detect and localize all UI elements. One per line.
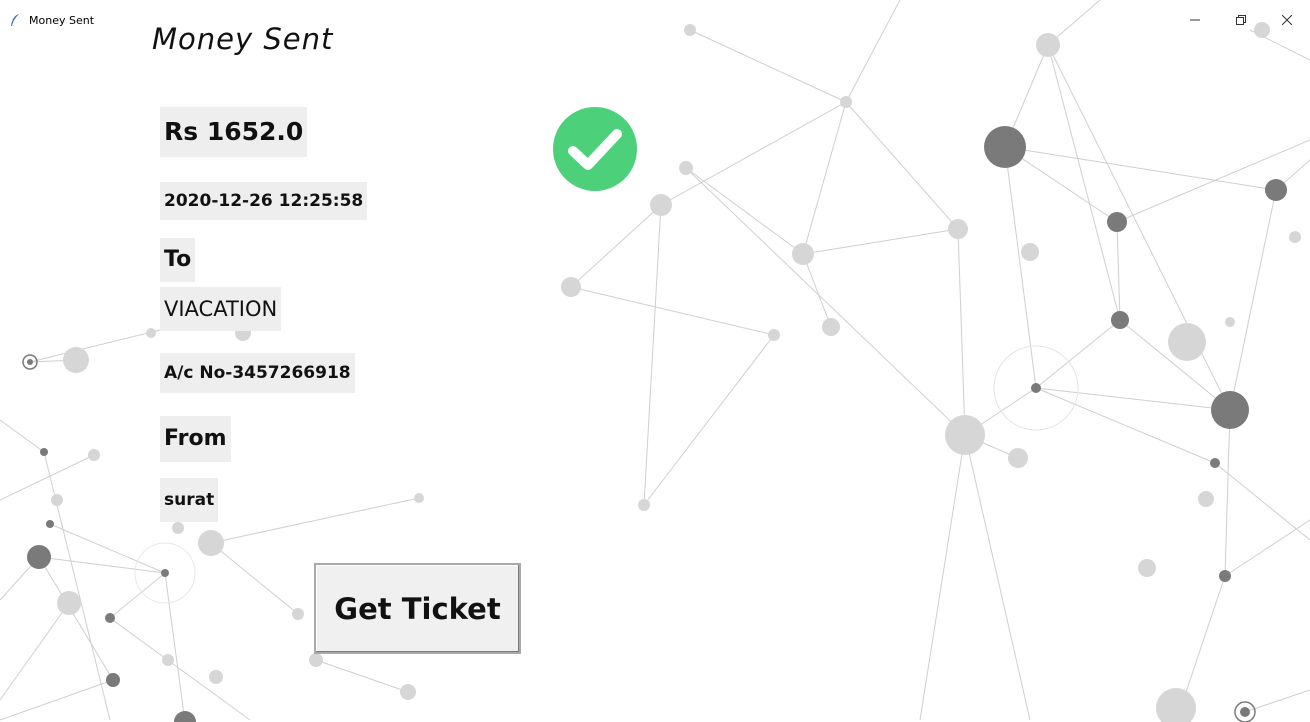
transaction-datetime: 2020-12-26 12:25:58	[160, 182, 368, 220]
close-icon	[1282, 15, 1292, 25]
from-label: From	[160, 416, 231, 462]
feather-icon	[11, 14, 19, 26]
minimize-button[interactable]	[1172, 8, 1218, 32]
window-title: Money Sent	[29, 14, 95, 27]
account-number: A/c No-3457266918	[160, 353, 355, 393]
amount-label: Rs 1652.0	[160, 107, 308, 157]
to-label: To	[160, 238, 196, 282]
recipient-name: VIACATION	[160, 287, 282, 331]
minimize-icon	[1190, 19, 1200, 21]
sender-name: surat	[160, 478, 219, 522]
get-ticket-button[interactable]: Get Ticket	[314, 563, 521, 654]
close-button[interactable]	[1264, 8, 1310, 32]
check-circle-icon	[553, 107, 637, 191]
page-title: Money Sent	[152, 22, 334, 56]
restore-icon	[1236, 15, 1246, 25]
restore-button[interactable]	[1218, 8, 1264, 32]
money-sent-window: Money Sent Money Sent Rs 1652.0 2020-12-…	[0, 0, 1310, 722]
